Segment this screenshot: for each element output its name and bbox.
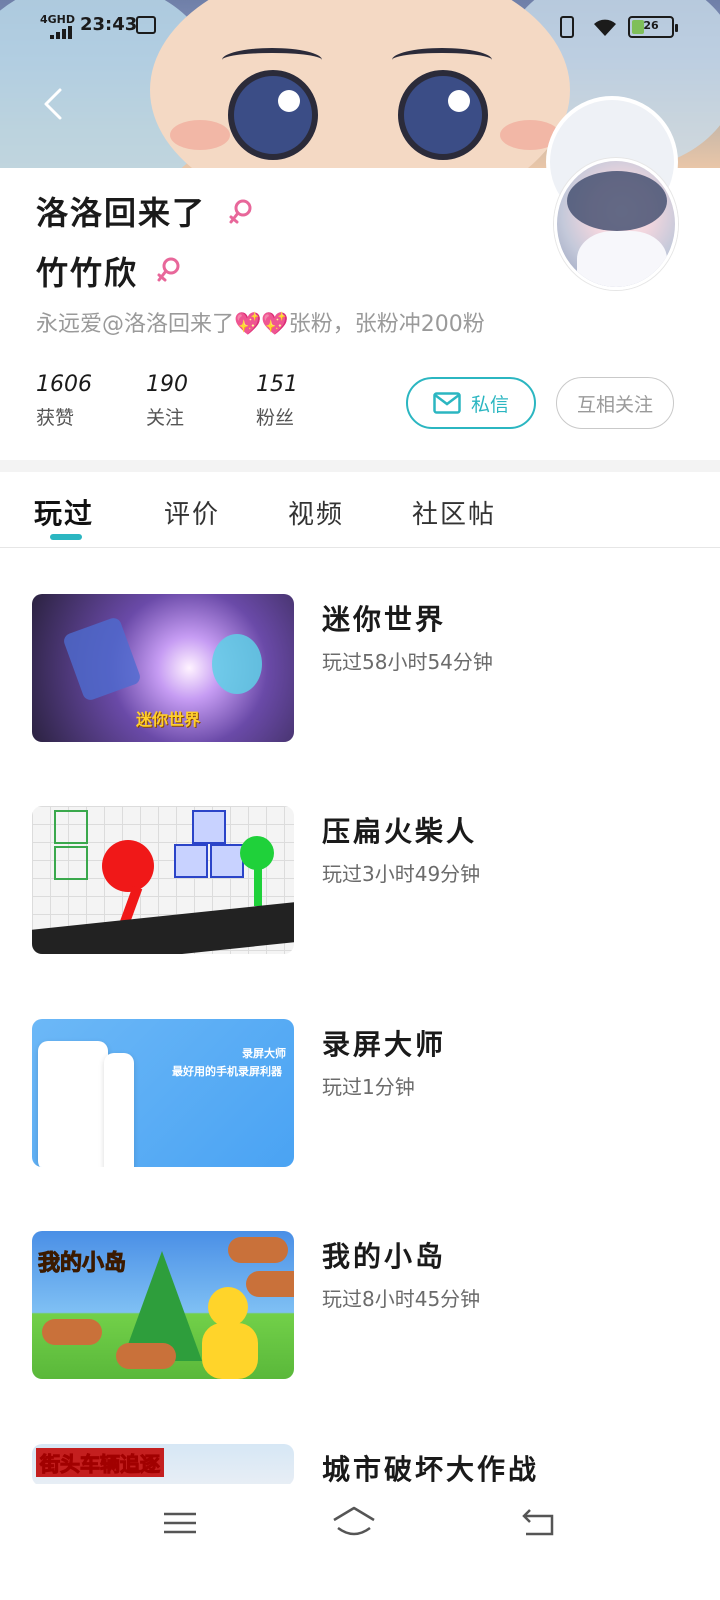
profile-tabs: 玩过 评价 视频 社区帖 [0, 472, 720, 548]
game-name: 城市破坏大作战 [322, 1453, 540, 1486]
status-time: 23:43 [80, 14, 138, 35]
system-navigation-bar [0, 1484, 720, 1600]
game-thumbnail: 街头车辆追逐 [32, 1444, 294, 1486]
game-list-item[interactable]: 迷你世界 迷你世界 玩过58小时54分钟 [0, 594, 720, 742]
signal-icon [50, 26, 72, 39]
game-list-item[interactable]: 压扁火柴人 玩过3小时49分钟 [0, 806, 720, 954]
game-thumbnail [32, 806, 294, 954]
stat-value: 151 [256, 372, 298, 397]
game-name: 我的小岛 [322, 1240, 447, 1273]
profile-second-name: 竹竹欣 [36, 254, 139, 292]
home-icon[interactable] [330, 1504, 378, 1540]
thumbnail-title-text: 街头车辆追逐 [36, 1448, 164, 1477]
game-list-item[interactable]: 街头车辆追逐 城市破坏大作战 [0, 1444, 720, 1486]
wifi-icon [594, 19, 616, 36]
stat-value: 1606 [36, 372, 92, 397]
tab-videos[interactable]: 视频 [288, 494, 344, 531]
game-thumbnail: 录屏大师 最好用的手机录屏利器 [32, 1019, 294, 1167]
thumbnail-brand-text: 录屏大师 [242, 1047, 286, 1060]
game-playtime: 玩过58小时54分钟 [322, 650, 493, 674]
game-name: 迷你世界 [322, 603, 447, 636]
mutual-follow-button[interactable]: 互相关注 [556, 377, 674, 429]
network-type: 4GHD [40, 13, 76, 26]
message-button-label: 私信 [470, 393, 509, 416]
vibrate-icon [560, 16, 574, 38]
tab-reviews[interactable]: 评价 [164, 494, 220, 531]
stat-likes[interactable]: 1606 获赞 [36, 372, 146, 430]
battery-level: 26 [643, 19, 659, 32]
game-name: 录屏大师 [322, 1028, 447, 1061]
thumbnail-title-text: 我的小岛 [37, 1251, 127, 1277]
avatar[interactable] [554, 158, 678, 290]
tab-community-posts[interactable]: 社区帖 [412, 494, 496, 531]
game-thumbnail: 迷你世界 [32, 594, 294, 742]
female-gender-icon [157, 257, 180, 282]
screenshot-notification-icon [136, 16, 156, 34]
back-arrow-icon[interactable] [518, 1504, 558, 1540]
game-playtime: 玩过3小时49分钟 [322, 862, 481, 886]
profile-bio: 永远爱@洛洛回来了💖💖张粉，张粉冲200粉 [36, 312, 485, 337]
profile-nickname: 洛洛回来了 [36, 194, 207, 232]
battery-icon: 26 [628, 16, 678, 38]
game-list-item[interactable]: 我的小岛 我的小岛 玩过8小时45分钟 [0, 1231, 720, 1379]
profile-stats: 1606 获赞 190 关注 151 粉丝 [36, 372, 366, 430]
status-bar: 4GHD 23:43 26 [0, 0, 720, 52]
stat-label: 粉丝 [256, 407, 295, 429]
game-list-item[interactable]: 录屏大师 最好用的手机录屏利器 录屏大师 玩过1分钟 [0, 1019, 720, 1167]
game-playtime: 玩过1分钟 [322, 1075, 415, 1099]
stat-following[interactable]: 190 关注 [146, 372, 256, 430]
envelope-icon [433, 392, 461, 414]
active-tab-indicator [50, 534, 82, 540]
female-gender-icon [229, 199, 252, 224]
follow-button-label: 互相关注 [576, 393, 653, 416]
stat-label: 获赞 [36, 407, 75, 429]
stat-label: 关注 [146, 407, 185, 429]
game-name: 压扁火柴人 [322, 815, 478, 848]
tab-played[interactable]: 玩过 [34, 492, 94, 532]
section-divider [0, 460, 720, 472]
stat-value: 190 [146, 372, 188, 397]
menu-icon[interactable] [160, 1504, 200, 1540]
back-chevron-icon[interactable] [38, 86, 68, 122]
thumbnail-caption-text: 最好用的手机录屏利器 [172, 1065, 282, 1078]
message-button[interactable]: 私信 [406, 377, 536, 429]
thumbnail-logo-text: 迷你世界 [136, 710, 201, 729]
stat-followers[interactable]: 151 粉丝 [256, 372, 366, 430]
game-playtime: 玩过8小时45分钟 [322, 1287, 481, 1311]
game-thumbnail: 我的小岛 [32, 1231, 294, 1379]
